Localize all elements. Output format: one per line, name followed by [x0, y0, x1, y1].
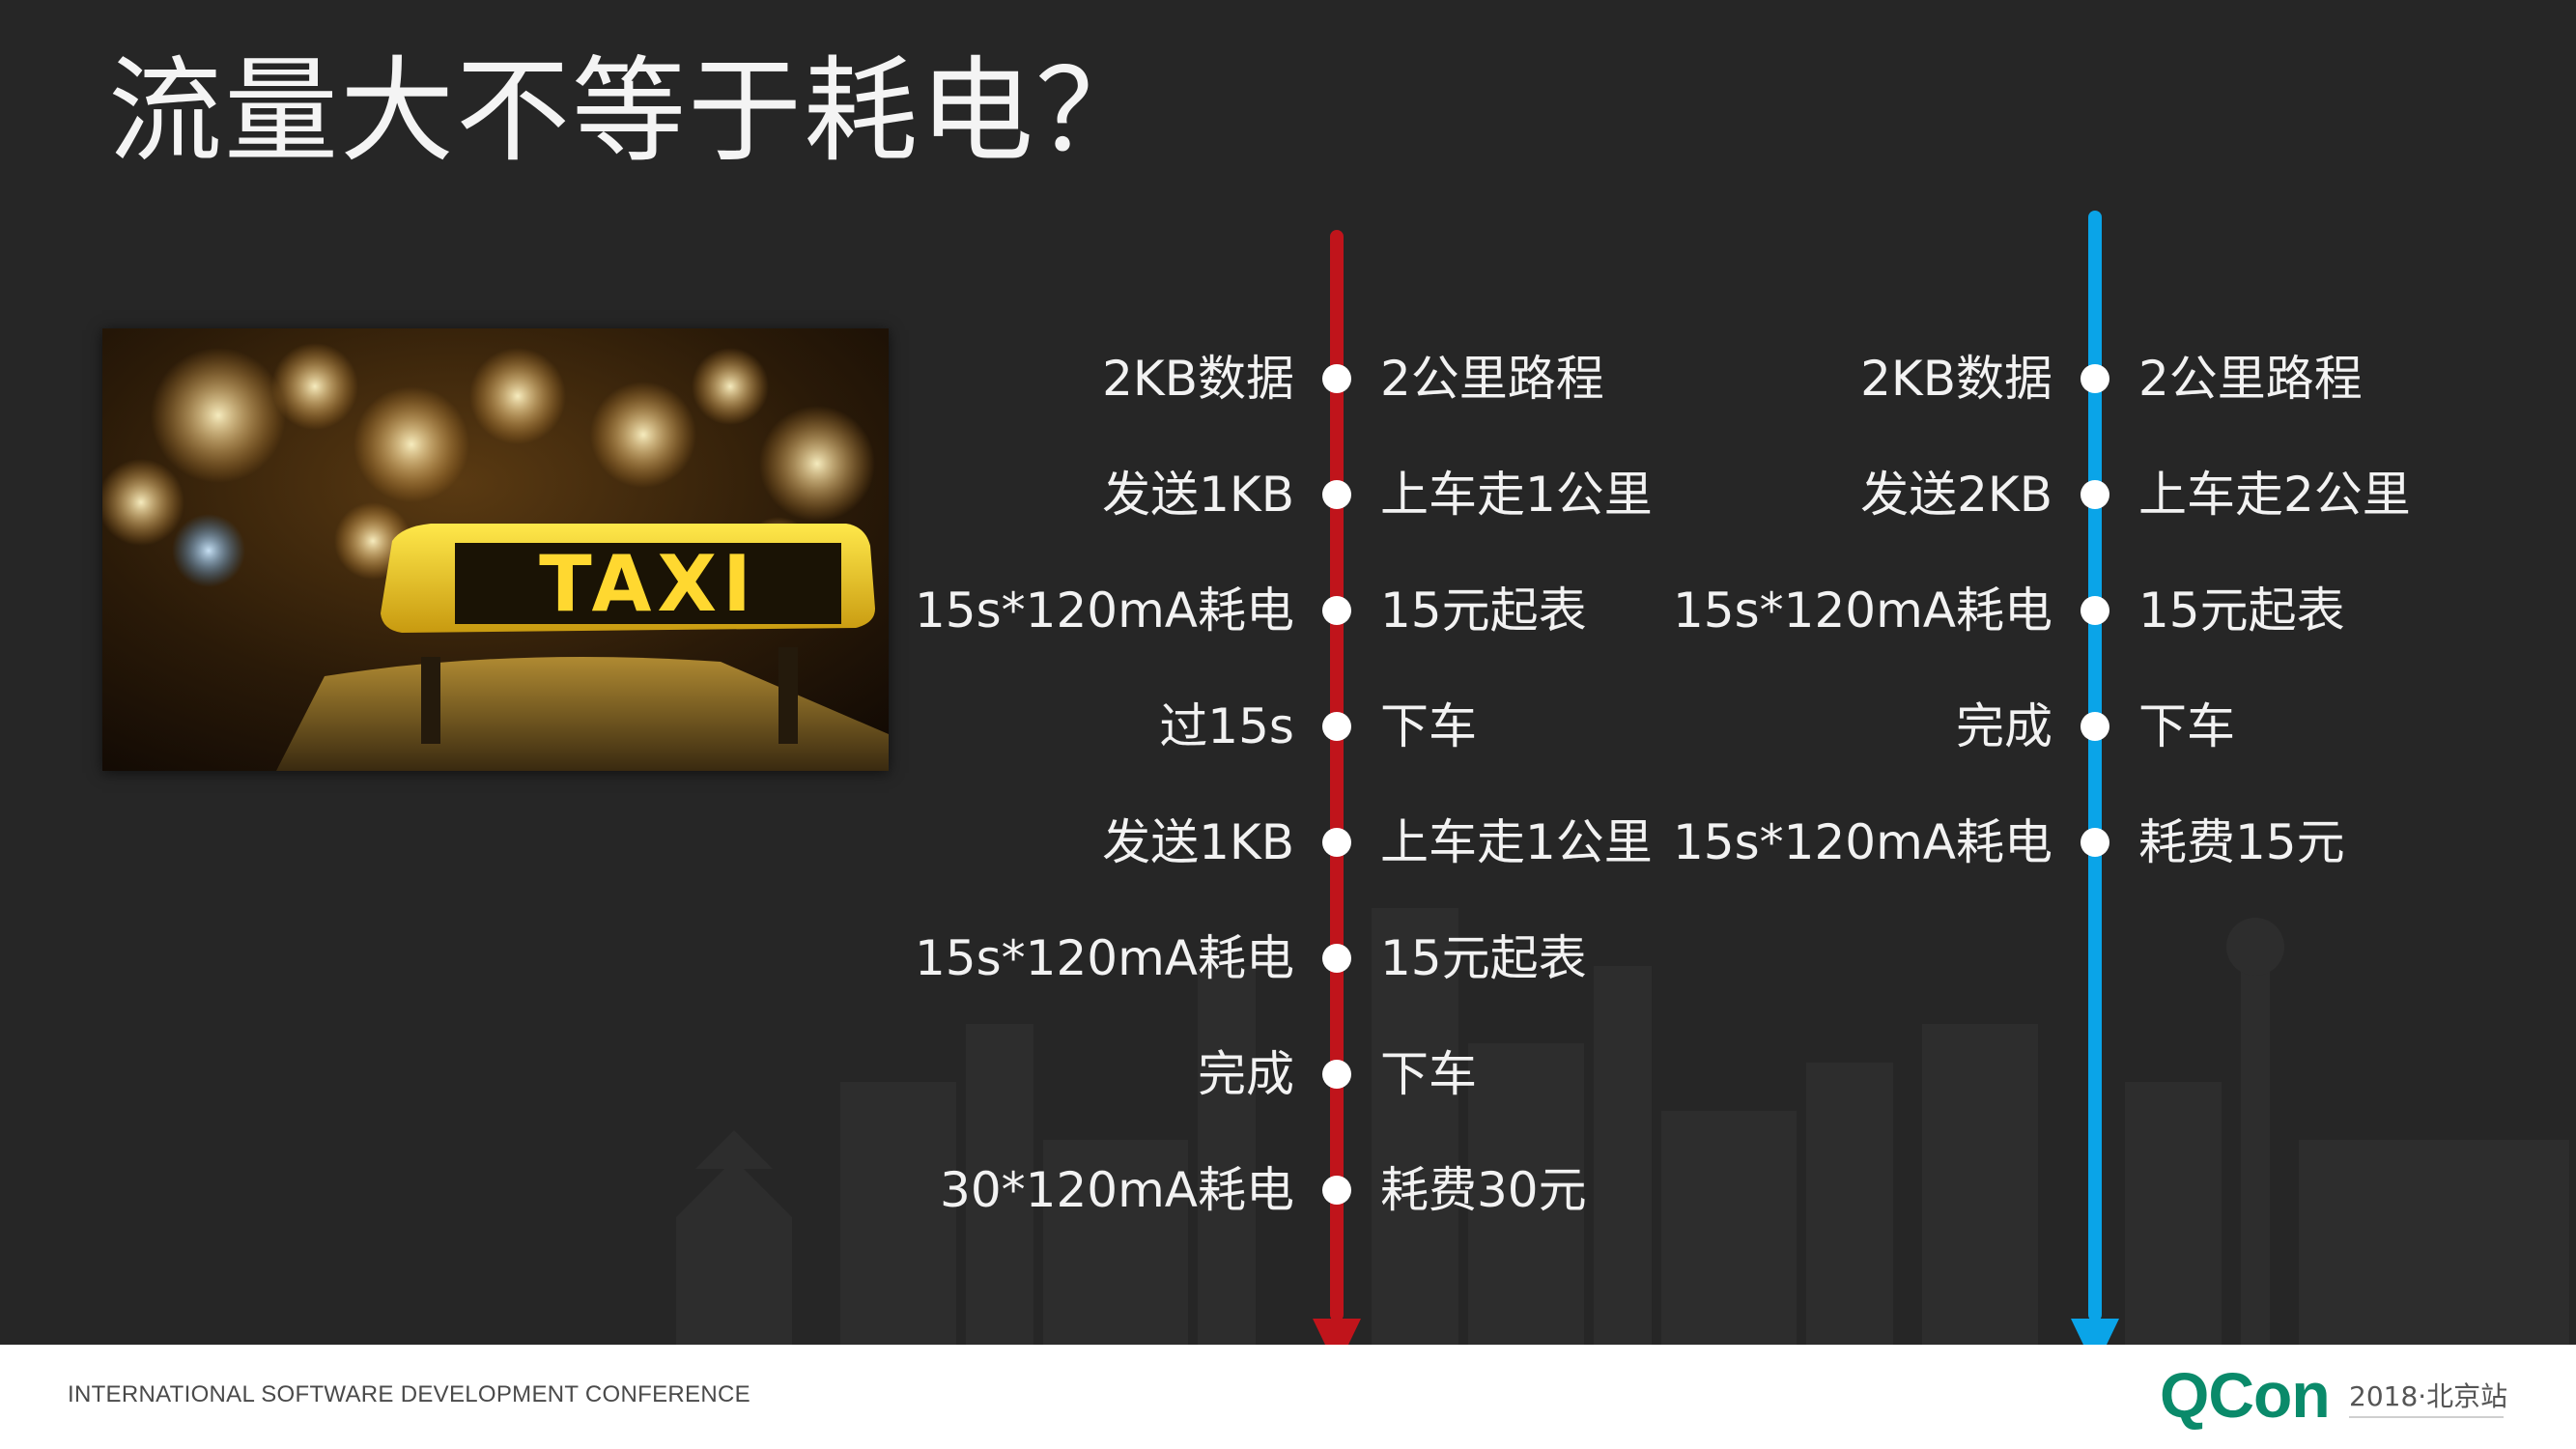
conference-name: INTERNATIONAL SOFTWARE DEVELOPMENT CONFE…: [68, 1381, 750, 1407]
page-title: 流量大不等于耗电？: [108, 44, 1152, 178]
timeline-dot: [1322, 364, 1351, 393]
timeline-left-label: 完成: [1956, 698, 2052, 754]
timeline-dot: [1322, 944, 1351, 973]
timeline-right-label: 15元起表: [2138, 582, 2345, 639]
footer: INTERNATIONAL SOFTWARE DEVELOPMENT CONFE…: [0, 1345, 2576, 1449]
timeline-left-label: 15s*120mA耗电: [1672, 582, 2052, 639]
timeline-left-label: 2KB数据: [1860, 351, 2052, 407]
timeline-left-label: 发送2KB: [1860, 467, 2052, 523]
timeline-left-label: 完成: [1198, 1046, 1294, 1102]
timeline-left-label: 发送1KB: [1102, 467, 1294, 523]
timeline-right-label: 2公里路程: [1380, 351, 1604, 407]
timeline-dot: [2081, 364, 2109, 393]
timeline-right-label: 15元起表: [1380, 930, 1587, 986]
timeline-dot: [2081, 712, 2109, 741]
timeline-dot: [2081, 828, 2109, 857]
timeline-right-label: 下车: [1380, 1046, 1477, 1102]
timeline-dot: [1322, 596, 1351, 625]
timeline-left-label: 15s*120mA耗电: [914, 930, 1294, 986]
timeline-left-label: 发送1KB: [1102, 814, 1294, 870]
timeline-right-label: 2公里路程: [2138, 351, 2363, 407]
timeline-left-label: 15s*120mA耗电: [1672, 814, 2052, 870]
blue-timeline-arrow: [2071, 1319, 2119, 1345]
timeline-dot: [1322, 480, 1351, 509]
edition-underline: [2349, 1416, 2504, 1418]
timeline-left-label: 15s*120mA耗电: [914, 582, 1294, 639]
red-timeline: [1330, 230, 1344, 1321]
timeline-dot: [1322, 1060, 1351, 1089]
qcon-logo: QCon: [2160, 1359, 2331, 1431]
timeline-right-label: 下车: [1380, 698, 1477, 754]
edition-label: 2018·北京站: [2349, 1380, 2508, 1412]
timeline-right-label: 耗费15元: [2138, 814, 2345, 870]
timeline-right-label: 上车走1公里: [1380, 467, 1653, 523]
timeline-left-label: 2KB数据: [1102, 351, 1294, 407]
slide: 流量大不等于耗电？ TAXI 2KB数据 2公里路程 发送1KB 上车走1公里 …: [0, 0, 2576, 1345]
timeline-right-label: 15元起表: [1380, 582, 1587, 639]
timeline-dot: [2081, 596, 2109, 625]
timeline-left-label: 30*120mA耗电: [940, 1162, 1294, 1218]
timeline-right-label: 耗费30元: [1380, 1162, 1587, 1218]
red-timeline-arrow: [1313, 1319, 1361, 1345]
timeline-right-label: 上车走1公里: [1380, 814, 1653, 870]
timeline-dot: [1322, 1176, 1351, 1205]
taxi-photo: TAXI: [102, 328, 889, 771]
timeline-left-label: 过15s: [1159, 698, 1294, 754]
timeline-dot: [1322, 712, 1351, 741]
timeline-dot: [1322, 828, 1351, 857]
timeline-right-label: 下车: [2138, 698, 2235, 754]
timeline-dot: [2081, 480, 2109, 509]
timeline-right-label: 上车走2公里: [2138, 467, 2411, 523]
taxi-sign-text: TAXI: [539, 539, 757, 629]
